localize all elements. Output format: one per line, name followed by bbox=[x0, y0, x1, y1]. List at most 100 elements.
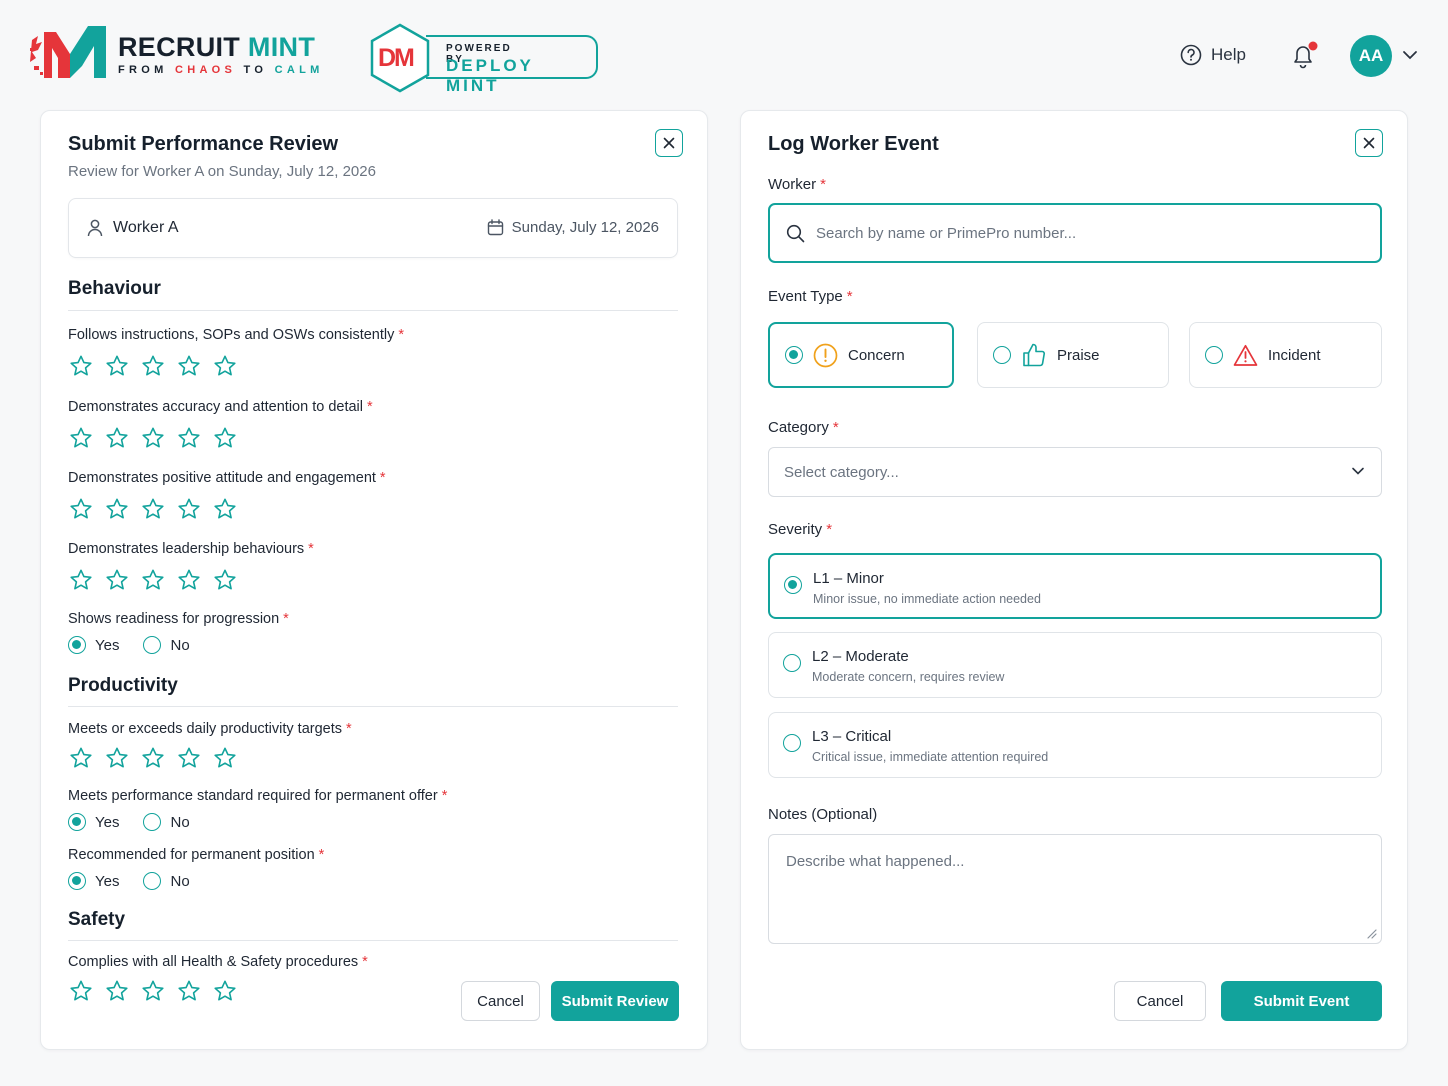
chevron-down-icon bbox=[1352, 467, 1364, 475]
close-event-button[interactable] bbox=[1355, 129, 1383, 157]
worker-search-placeholder: Search by name or PrimePro number... bbox=[816, 224, 1077, 242]
worker-search-input[interactable]: Search by name or PrimePro number... bbox=[768, 203, 1382, 263]
star-icon[interactable] bbox=[141, 497, 165, 521]
help-link[interactable]: Help bbox=[1180, 44, 1246, 66]
yes-option[interactable]: Yes bbox=[68, 636, 119, 654]
cancel-review-button[interactable]: Cancel bbox=[461, 981, 540, 1021]
star-icon[interactable] bbox=[141, 746, 165, 770]
severity-option-l1[interactable]: L1 – Minor Minor issue, no immediate act… bbox=[768, 553, 1382, 619]
yes-no-group: Yes No bbox=[68, 813, 190, 831]
star-icon[interactable] bbox=[105, 497, 129, 521]
star-icon[interactable] bbox=[141, 354, 165, 378]
notes-placeholder: Describe what happened... bbox=[786, 853, 965, 870]
recruit-mint-logo-icon[interactable] bbox=[30, 22, 110, 80]
star-icon[interactable] bbox=[213, 568, 237, 592]
no-option[interactable]: No bbox=[143, 636, 190, 654]
star-rating bbox=[69, 497, 237, 521]
severity-option-l2[interactable]: L2 – Moderate Moderate concern, requires… bbox=[768, 632, 1382, 698]
star-icon[interactable] bbox=[177, 979, 201, 1003]
star-icon[interactable] bbox=[105, 426, 129, 450]
star-icon[interactable] bbox=[69, 426, 93, 450]
radio-no[interactable] bbox=[143, 872, 162, 890]
star-icon[interactable] bbox=[177, 497, 201, 521]
star-icon[interactable] bbox=[141, 979, 165, 1003]
radio-yes[interactable] bbox=[68, 813, 86, 831]
close-icon bbox=[663, 137, 675, 149]
star-icon[interactable] bbox=[69, 568, 93, 592]
star-icon[interactable] bbox=[69, 497, 93, 521]
radio-incident[interactable] bbox=[1205, 346, 1223, 364]
star-icon[interactable] bbox=[177, 568, 201, 592]
star-icon[interactable] bbox=[141, 426, 165, 450]
tag-from: FROM bbox=[118, 64, 168, 76]
star-icon[interactable] bbox=[213, 354, 237, 378]
review-subtitle: Review for Worker A on Sunday, July 12, … bbox=[68, 163, 376, 180]
close-review-button[interactable] bbox=[655, 129, 683, 157]
review-worker-name: Worker A bbox=[113, 219, 179, 236]
star-icon[interactable] bbox=[141, 568, 165, 592]
no-option[interactable]: No bbox=[143, 872, 190, 890]
question-label: Shows readiness for progression * bbox=[68, 611, 289, 627]
event-type-incident-label: Incident bbox=[1268, 346, 1321, 364]
dm-letters: DM bbox=[378, 44, 415, 72]
star-rating bbox=[69, 979, 237, 1003]
star-icon[interactable] bbox=[105, 354, 129, 378]
severity-option-l3[interactable]: L3 – Critical Critical issue, immediate … bbox=[768, 712, 1382, 778]
section-divider bbox=[68, 706, 678, 707]
notes-textarea[interactable]: Describe what happened... bbox=[768, 834, 1382, 944]
thumbs-up-icon bbox=[1023, 343, 1046, 367]
event-type-concern[interactable]: Concern bbox=[768, 322, 954, 388]
category-select[interactable]: Select category... bbox=[768, 447, 1382, 497]
close-icon bbox=[1363, 137, 1375, 149]
star-icon[interactable] bbox=[213, 746, 237, 770]
radio-yes[interactable] bbox=[68, 872, 86, 890]
star-icon[interactable] bbox=[177, 426, 201, 450]
star-icon[interactable] bbox=[213, 979, 237, 1003]
radio-no[interactable] bbox=[143, 813, 162, 831]
star-icon[interactable] bbox=[177, 746, 201, 770]
event-type-praise-label: Praise bbox=[1057, 346, 1100, 364]
star-rating bbox=[69, 426, 237, 450]
resize-handle-icon[interactable] bbox=[1365, 927, 1377, 939]
submit-review-button[interactable]: Submit Review bbox=[551, 981, 679, 1021]
question-label: Demonstrates leadership behaviours * bbox=[68, 541, 314, 557]
star-icon[interactable] bbox=[105, 746, 129, 770]
radio-severity-l3[interactable] bbox=[783, 734, 801, 752]
user-avatar[interactable]: AA bbox=[1350, 35, 1392, 77]
cancel-event-button[interactable]: Cancel bbox=[1114, 981, 1206, 1021]
event-type-incident[interactable]: Incident bbox=[1189, 322, 1382, 388]
yes-option[interactable]: Yes bbox=[68, 872, 119, 890]
yes-no-group: Yes No bbox=[68, 636, 190, 654]
question-label: Follows instructions, SOPs and OSWs cons… bbox=[68, 327, 405, 343]
star-icon[interactable] bbox=[105, 568, 129, 592]
chevron-down-icon[interactable] bbox=[1402, 49, 1418, 61]
event-title: Log Worker Event bbox=[768, 133, 939, 155]
radio-severity-l1[interactable] bbox=[784, 576, 802, 594]
radio-severity-l2[interactable] bbox=[783, 654, 801, 672]
star-icon[interactable] bbox=[213, 497, 237, 521]
submit-event-button[interactable]: Submit Event bbox=[1221, 981, 1382, 1021]
category-label: Category * bbox=[768, 419, 839, 436]
star-icon[interactable] bbox=[69, 746, 93, 770]
star-icon[interactable] bbox=[69, 354, 93, 378]
event-type-praise[interactable]: Praise bbox=[977, 322, 1169, 388]
severity-l3-desc: Critical issue, immediate attention requ… bbox=[812, 750, 1049, 764]
section-behaviour-title: Behaviour bbox=[68, 278, 161, 299]
radio-praise[interactable] bbox=[993, 346, 1011, 364]
star-icon[interactable] bbox=[105, 979, 129, 1003]
no-option[interactable]: No bbox=[143, 813, 190, 831]
severity-l2-title: L2 – Moderate bbox=[812, 648, 909, 665]
star-icon[interactable] bbox=[69, 979, 93, 1003]
radio-concern[interactable] bbox=[785, 346, 803, 364]
yes-option[interactable]: Yes bbox=[68, 813, 119, 831]
category-placeholder: Select category... bbox=[784, 463, 899, 481]
notifications-button[interactable] bbox=[1290, 41, 1318, 76]
section-divider bbox=[68, 940, 678, 941]
star-icon[interactable] bbox=[177, 354, 201, 378]
radio-yes[interactable] bbox=[68, 636, 86, 654]
star-rating bbox=[69, 568, 237, 592]
question-label: Demonstrates positive attitude and engag… bbox=[68, 470, 386, 486]
section-productivity-title: Productivity bbox=[68, 675, 178, 696]
star-icon[interactable] bbox=[213, 426, 237, 450]
radio-no[interactable] bbox=[143, 636, 162, 654]
